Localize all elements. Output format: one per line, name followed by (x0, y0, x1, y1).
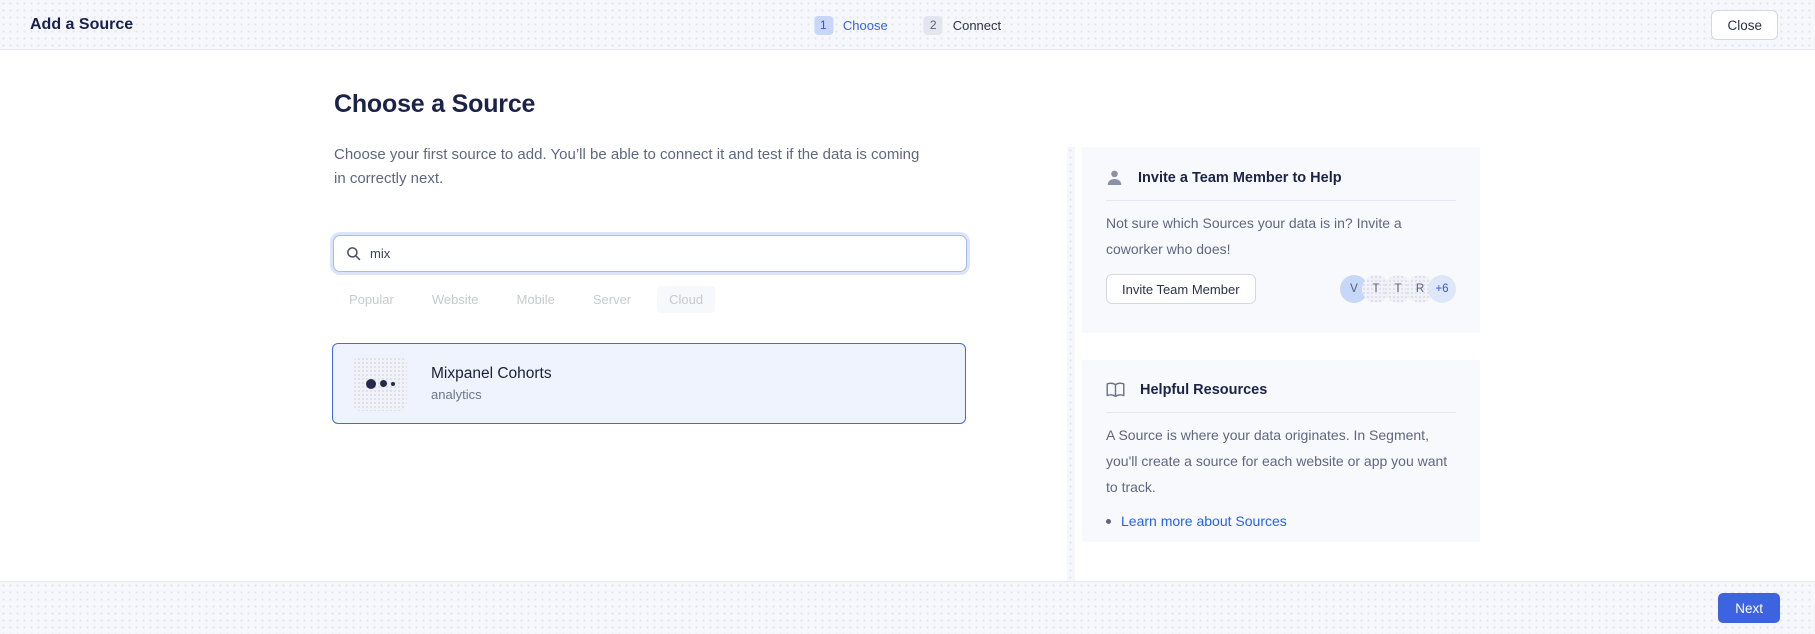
mixpanel-dots-icon (353, 357, 407, 411)
tab-server[interactable]: Server (581, 286, 643, 313)
team-avatar-stack: V T T R +6 (1340, 275, 1456, 303)
search-icon (346, 246, 361, 261)
step-1-label: Choose (843, 18, 888, 33)
step-1-number: 1 (814, 16, 833, 35)
bullet-icon (1106, 519, 1111, 524)
tab-mobile[interactable]: Mobile (505, 286, 567, 313)
resources-card: Helpful Resources A Source is where your… (1082, 360, 1480, 542)
source-name: Mixpanel Cohorts (431, 365, 552, 383)
invite-card: Invite a Team Member to Help Not sure wh… (1082, 147, 1480, 333)
source-result-mixpanel-cohorts[interactable]: Mixpanel Cohorts analytics (332, 343, 966, 424)
add-source-modal: Add a Source 1 Choose 2 Connect Close Ch… (0, 0, 1815, 634)
tab-website[interactable]: Website (420, 286, 491, 313)
bottom-bar: Next (0, 581, 1815, 634)
tab-cloud[interactable]: Cloud (657, 286, 715, 313)
resources-card-title: Helpful Resources (1140, 382, 1267, 398)
next-button[interactable]: Next (1718, 593, 1780, 623)
source-category: analytics (431, 387, 552, 402)
invite-card-header: Invite a Team Member to Help (1106, 169, 1456, 186)
step-2-number: 2 (924, 16, 943, 35)
step-2-label: Connect (953, 18, 1001, 33)
resources-card-body: A Source is where your data originates. … (1106, 422, 1456, 500)
top-bar: Add a Source 1 Choose 2 Connect Close (0, 0, 1815, 50)
tab-popular[interactable]: Popular (337, 286, 406, 313)
page-title: Add a Source (30, 16, 133, 34)
list-item: Learn more about Sources (1106, 513, 1456, 529)
category-tabs: Popular Website Mobile Server Cloud (337, 286, 715, 313)
avatar-overflow-badge: +6 (1428, 275, 1456, 303)
invite-card-title: Invite a Team Member to Help (1138, 170, 1342, 186)
person-icon (1106, 169, 1123, 186)
open-book-icon (1106, 382, 1125, 398)
invite-card-divider (1106, 200, 1456, 201)
dotted-divider (1067, 147, 1075, 581)
close-button[interactable]: Close (1711, 10, 1778, 40)
learn-more-sources-link[interactable]: Learn more about Sources (1121, 513, 1287, 529)
page-heading: Choose a Source (334, 90, 535, 119)
invite-card-body: Not sure which Sources your data is in? … (1106, 210, 1456, 262)
search-input[interactable] (370, 246, 954, 261)
page-description: Choose your first source to add. You’ll … (334, 143, 934, 191)
resources-link-list: Learn more about Sources (1106, 513, 1456, 529)
source-search[interactable] (333, 235, 967, 272)
resources-card-header: Helpful Resources (1106, 382, 1456, 398)
source-result-text: Mixpanel Cohorts analytics (431, 365, 552, 402)
invite-card-actions: Invite Team Member V T T R +6 (1106, 274, 1456, 304)
invite-team-member-button[interactable]: Invite Team Member (1106, 274, 1256, 304)
step-indicator: 1 Choose 2 Connect (814, 0, 1001, 50)
resources-card-divider (1106, 412, 1456, 413)
